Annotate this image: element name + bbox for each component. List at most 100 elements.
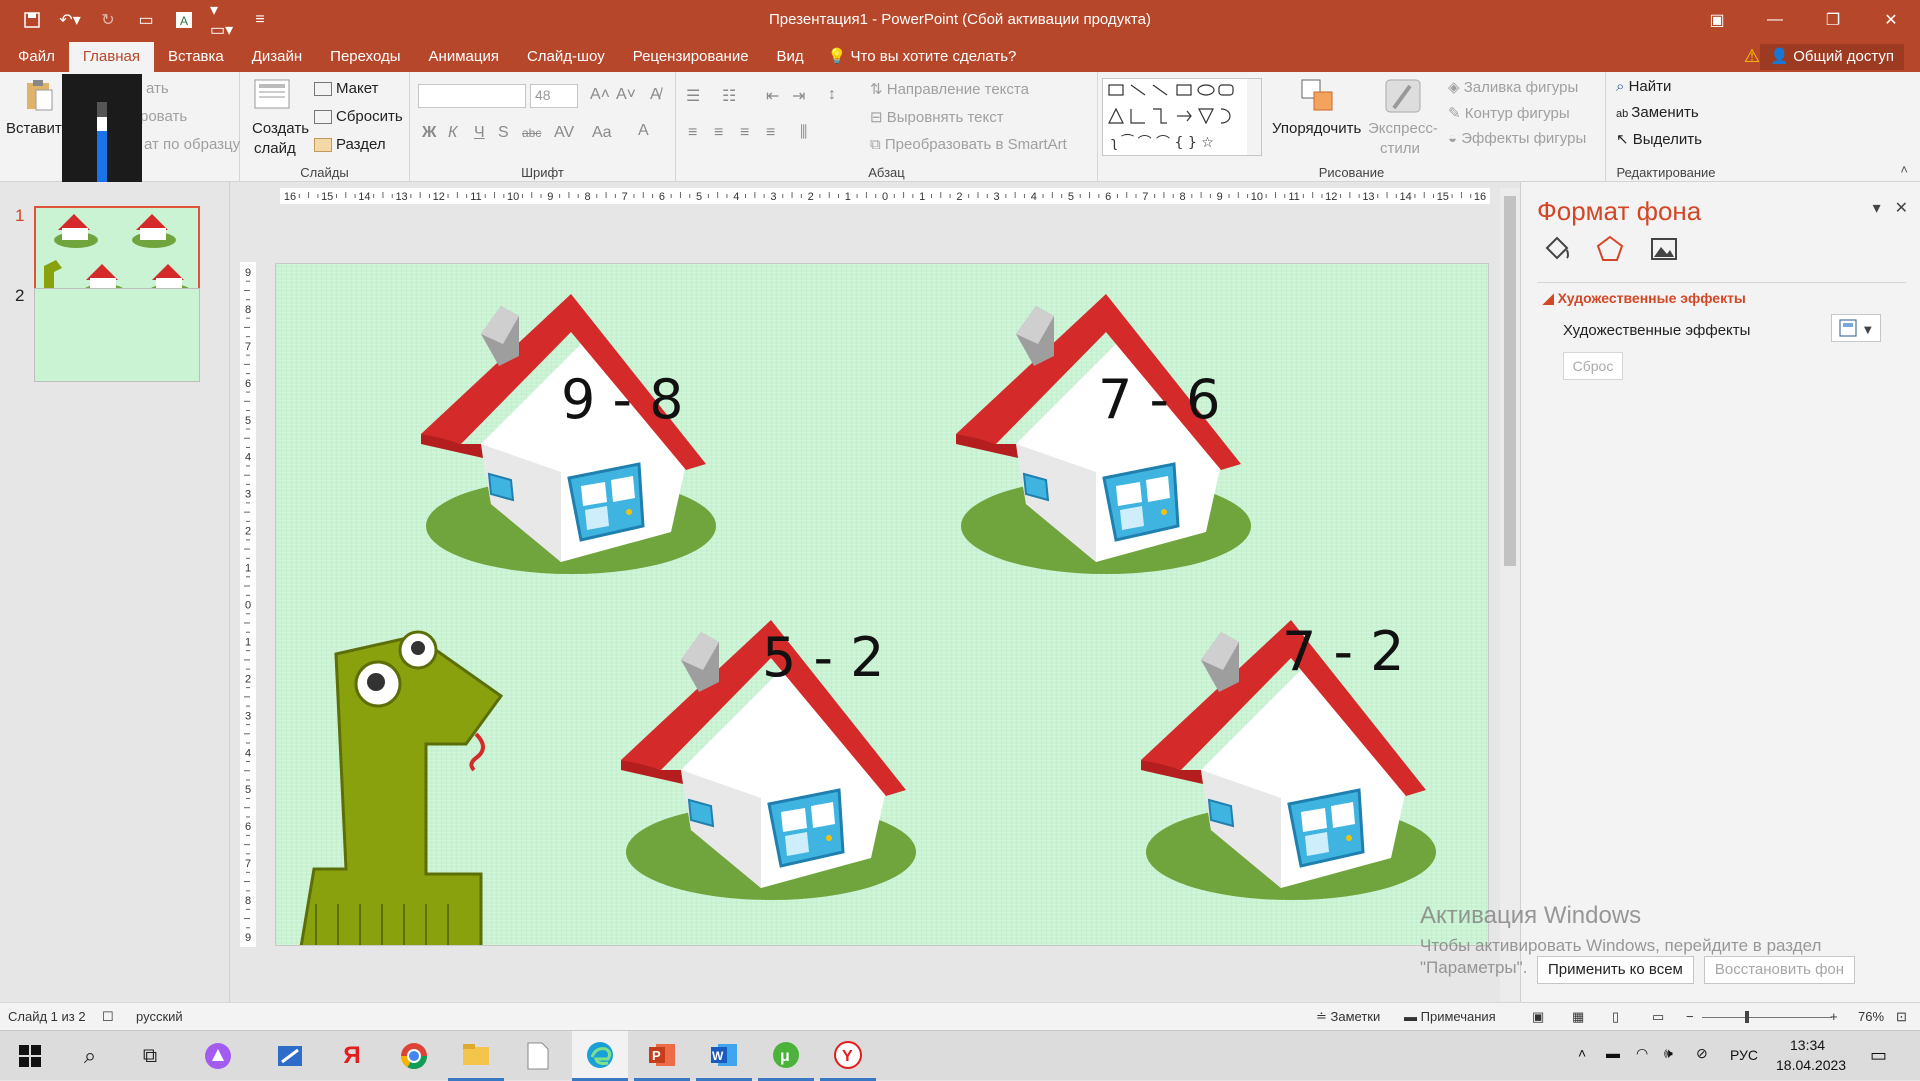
- bullets-icon[interactable]: ☰: [686, 86, 700, 106]
- comments-button[interactable]: ▬ Примечания: [1404, 1009, 1496, 1024]
- language-indicator[interactable]: русский: [136, 1009, 183, 1024]
- shrink-font-icon[interactable]: A˅: [616, 86, 636, 104]
- scrollbar-thumb[interactable]: [1504, 196, 1516, 566]
- tab-animation[interactable]: Анимация: [415, 42, 513, 72]
- tab-design[interactable]: Дизайн: [238, 42, 316, 72]
- justify-icon[interactable]: ≡: [766, 124, 775, 142]
- pentagon-effects-icon[interactable]: [1595, 234, 1625, 264]
- layout-button[interactable]: Макет: [314, 80, 378, 97]
- font-color-icon[interactable]: A: [638, 122, 649, 140]
- app-icon[interactable]: [262, 1031, 318, 1081]
- artistic-effects-dropdown[interactable]: ▼: [1831, 314, 1881, 342]
- cut-button[interactable]: ать: [146, 80, 169, 97]
- clear-format-icon[interactable]: A̸: [650, 86, 661, 104]
- picture-icon[interactable]: [1649, 234, 1679, 264]
- tab-insert[interactable]: Вставка: [154, 42, 238, 72]
- shadow-icon[interactable]: S: [498, 124, 509, 142]
- bold-icon[interactable]: Ж: [422, 124, 436, 142]
- slideshow-view-icon[interactable]: ▭: [1652, 1009, 1664, 1025]
- tray-chevron-icon[interactable]: ˄: [1578, 1045, 1586, 1061]
- smartart-button[interactable]: ⧉ Преобразовать в SmartArt: [870, 136, 1067, 153]
- line-spacing-icon[interactable]: ↕: [828, 86, 836, 104]
- numbering-icon[interactable]: ☷: [722, 86, 736, 106]
- wifi-icon[interactable]: ◠: [1636, 1045, 1648, 1062]
- house-label[interactable]: 7 - 6: [1098, 368, 1221, 431]
- battery-icon[interactable]: ▬: [1606, 1045, 1620, 1061]
- paste-button[interactable]: Вставить: [6, 120, 70, 137]
- slide-thumbnail-2[interactable]: [34, 288, 200, 382]
- input-language[interactable]: РУС: [1730, 1047, 1758, 1063]
- reset-button[interactable]: Сбросить: [314, 108, 403, 125]
- brightness-slider-thumb[interactable]: [97, 117, 107, 131]
- fill-bucket-icon[interactable]: [1541, 234, 1571, 264]
- paste-icon[interactable]: [24, 78, 54, 116]
- format-painter-button[interactable]: ат по образцу: [144, 136, 240, 153]
- grow-font-icon[interactable]: A˄: [590, 86, 610, 104]
- vertical-scrollbar[interactable]: [1500, 188, 1520, 1008]
- replace-button[interactable]: ab Заменить: [1616, 104, 1699, 121]
- notes-button[interactable]: ≐ Заметки: [1316, 1009, 1380, 1025]
- quick-styles-label-2[interactable]: стили: [1380, 140, 1420, 157]
- maximize-button[interactable]: ❐: [1804, 0, 1862, 40]
- tab-home[interactable]: Главная: [68, 42, 154, 72]
- tab-transitions[interactable]: Переходы: [316, 42, 414, 72]
- yandex-browser-icon[interactable]: Y: [820, 1031, 876, 1081]
- spellcheck-icon[interactable]: ☐: [102, 1009, 114, 1025]
- word-icon[interactable]: W: [696, 1031, 752, 1081]
- windows-start-icon[interactable]: [2, 1031, 58, 1081]
- file-explorer-icon[interactable]: [448, 1031, 504, 1081]
- zoom-slider[interactable]: [1702, 1017, 1832, 1018]
- find-button[interactable]: ⌕ Найти: [1616, 78, 1671, 95]
- artistic-effects-section[interactable]: ◢ Художественные эффекты: [1543, 290, 1746, 307]
- shape-fill-button[interactable]: ◈ Заливка фигуры: [1448, 78, 1578, 96]
- chevron-down-icon[interactable]: ▾: [1873, 198, 1881, 218]
- house-label[interactable]: 5 - 2: [762, 626, 885, 689]
- chrome-icon[interactable]: [386, 1031, 442, 1081]
- reading-view-icon[interactable]: ▯: [1612, 1009, 1619, 1025]
- tell-me-search[interactable]: 💡 Что вы хотите сделать?: [818, 42, 1027, 72]
- quick-styles-label-1[interactable]: Экспресс-: [1368, 120, 1438, 137]
- tab-view[interactable]: Вид: [763, 42, 818, 72]
- house-label[interactable]: 9 - 8: [561, 368, 684, 431]
- arrange-button[interactable]: Упорядочить: [1272, 120, 1361, 137]
- slide-canvas[interactable]: 9 - 8 7 - 6 5 - 2 7 - 2: [275, 263, 1489, 946]
- collapse-ribbon-icon[interactable]: ˄: [1900, 162, 1908, 177]
- ribbon-display-options-icon[interactable]: ▣: [1688, 0, 1746, 40]
- volume-icon[interactable]: 🕪: [1664, 1045, 1673, 1062]
- brightness-slider[interactable]: [97, 102, 107, 192]
- edge-icon[interactable]: [572, 1031, 628, 1081]
- zoom-out-button[interactable]: −: [1686, 1009, 1694, 1024]
- fit-slide-icon[interactable]: ⊡: [1896, 1009, 1907, 1025]
- new-slide-label-1[interactable]: Создать: [252, 120, 309, 137]
- zoom-in-button[interactable]: +: [1830, 1009, 1838, 1024]
- underline-icon[interactable]: Ч: [474, 124, 485, 142]
- font-size-combo[interactable]: 48: [530, 84, 578, 108]
- task-view-icon[interactable]: ⧉: [122, 1031, 178, 1081]
- font-name-combo[interactable]: [418, 84, 526, 108]
- new-slide-label-2[interactable]: слайд: [254, 140, 296, 157]
- arrange-icon[interactable]: [1300, 78, 1336, 118]
- slide-sorter-icon[interactable]: ▦: [1572, 1009, 1584, 1025]
- strikethrough-icon[interactable]: abc: [522, 126, 541, 140]
- zoom-level[interactable]: 76%: [1858, 1009, 1884, 1024]
- reset-effects-button[interactable]: Сброс: [1563, 352, 1623, 380]
- new-slide-icon[interactable]: [254, 78, 290, 116]
- normal-view-icon[interactable]: ▣: [1532, 1009, 1544, 1025]
- shape-effects-button[interactable]: ◒ Эффекты фигуры: [1448, 130, 1586, 147]
- clock-date[interactable]: 18.04.2023: [1776, 1057, 1846, 1073]
- columns-icon[interactable]: ⫼: [800, 124, 807, 142]
- ime-icon[interactable]: ⊘: [1696, 1045, 1708, 1062]
- char-spacing-icon[interactable]: AV: [554, 124, 574, 142]
- shape-outline-button[interactable]: ✎ Контур фигуры: [1448, 104, 1570, 122]
- search-icon[interactable]: ⌕: [62, 1031, 118, 1081]
- clock-time[interactable]: 13:34: [1790, 1037, 1825, 1053]
- zoom-slider-thumb[interactable]: [1745, 1011, 1749, 1023]
- house-label[interactable]: 7 - 2: [1282, 620, 1405, 683]
- tab-review[interactable]: Рецензирование: [619, 42, 763, 72]
- align-center-icon[interactable]: ≡: [714, 124, 723, 142]
- tab-slideshow[interactable]: Слайд-шоу: [513, 42, 619, 72]
- align-text-button[interactable]: ⊟ Выровнять текст: [870, 108, 1004, 126]
- decrease-indent-icon[interactable]: ⇤: [766, 86, 779, 106]
- yandex-icon[interactable]: Я: [324, 1031, 380, 1081]
- section-button[interactable]: Раздел: [314, 136, 386, 153]
